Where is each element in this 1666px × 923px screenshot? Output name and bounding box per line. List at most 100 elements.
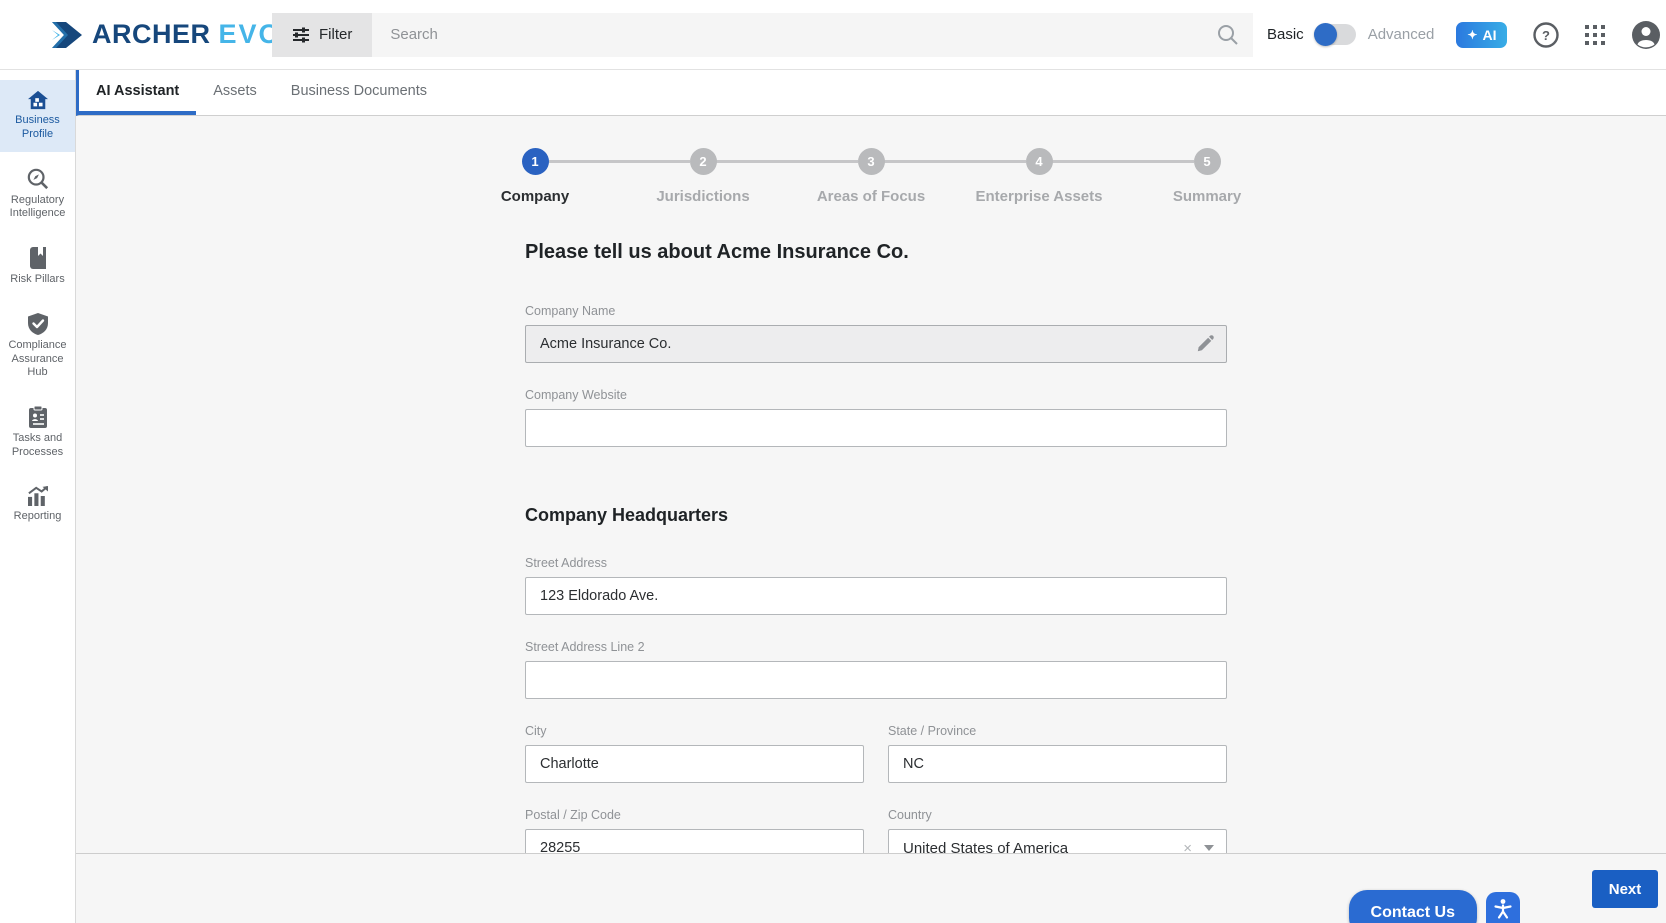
basic-advanced-toggle[interactable] bbox=[1313, 23, 1356, 46]
book-bookmark-icon bbox=[29, 247, 46, 269]
brand-logo: ARCHER EVOLV ™ bbox=[0, 19, 335, 50]
chevron-down-icon[interactable] bbox=[1204, 845, 1214, 851]
user-avatar-icon bbox=[1632, 20, 1661, 49]
street-address-2-input[interactable] bbox=[525, 661, 1227, 699]
edit-pencil-icon[interactable] bbox=[1196, 335, 1214, 353]
step-number-badge: 1 bbox=[521, 148, 549, 175]
app-window: ARCHER EVOLV ™ Filter bbox=[0, 0, 1666, 923]
stepper-step-jurisdictions[interactable]: 2 Jurisdictions bbox=[548, 148, 787, 205]
svg-text:?: ? bbox=[1542, 28, 1550, 43]
next-button[interactable]: Next bbox=[1592, 870, 1658, 908]
toggle-label-basic: Basic bbox=[1267, 26, 1304, 43]
city-input[interactable] bbox=[525, 745, 864, 783]
clear-selection-icon[interactable]: × bbox=[1183, 840, 1192, 854]
sidebar-item-label: Risk Pillars bbox=[10, 273, 65, 285]
top-header: ARCHER EVOLV ™ Filter bbox=[0, 0, 1666, 70]
home-blocks-icon bbox=[27, 90, 48, 110]
step-label: Areas of Focus bbox=[816, 188, 926, 205]
sidebar-item-label: Reporting bbox=[13, 509, 62, 522]
state-input[interactable] bbox=[888, 745, 1227, 783]
company-website-field-group: Company Website bbox=[525, 388, 1227, 447]
company-name-label: Company Name bbox=[525, 304, 616, 318]
step-label: Enterprise Assets bbox=[975, 188, 1103, 205]
search-zone: Filter bbox=[272, 12, 1253, 57]
step-label: Summary bbox=[1172, 188, 1242, 205]
step-number-badge: 4 bbox=[1025, 148, 1053, 175]
help-icon: ? bbox=[1533, 21, 1560, 48]
company-name-field-group: Company Name bbox=[525, 304, 1227, 363]
search-input[interactable] bbox=[372, 26, 1253, 43]
tab-label: Business Documents bbox=[290, 82, 427, 99]
form-title: Please tell us about Acme Insurance Co. bbox=[525, 241, 909, 263]
filter-sliders-icon bbox=[293, 27, 309, 42]
step-label: Jurisdictions bbox=[656, 188, 750, 205]
sparkle-icon: ✦ bbox=[1467, 27, 1478, 42]
company-website-input[interactable] bbox=[525, 409, 1227, 447]
stepper-step-company[interactable]: 1 Company bbox=[451, 148, 619, 205]
sidebar-item-label: Tasks and Processes bbox=[11, 432, 64, 458]
sidebar: Business Profile Regulatory Intelligence… bbox=[0, 70, 76, 923]
sidebar-item-label: Business Profile bbox=[15, 114, 60, 140]
apps-grid-icon bbox=[1585, 24, 1606, 45]
tab-assets[interactable]: Assets bbox=[196, 70, 274, 115]
filter-button-label: Filter bbox=[319, 26, 353, 43]
tab-label: Assets bbox=[213, 82, 257, 99]
step-number-badge: 5 bbox=[1193, 148, 1221, 175]
street-address-2-label: Street Address Line 2 bbox=[525, 640, 645, 654]
header-actions: Basic Advanced ✦ AI ? bbox=[1267, 20, 1661, 50]
toggle-label-advanced: Advanced bbox=[1367, 26, 1435, 43]
user-avatar-button[interactable] bbox=[1631, 20, 1661, 50]
shield-check-icon bbox=[27, 312, 48, 335]
help-button[interactable]: ? bbox=[1533, 21, 1560, 48]
company-form: Please tell us about Acme Insurance Co. … bbox=[525, 241, 1227, 853]
clipboard-person-icon bbox=[28, 406, 47, 428]
tab-bar: AI Assistant Assets Business Documents bbox=[76, 70, 1666, 116]
headquarters-title: Company Headquarters bbox=[525, 505, 729, 525]
street-address-input[interactable] bbox=[525, 577, 1227, 615]
tab-business-documents[interactable]: Business Documents bbox=[274, 70, 444, 115]
main-panel: AI Assistant Assets Business Documents 1… bbox=[76, 70, 1666, 923]
company-name-input[interactable] bbox=[525, 325, 1227, 363]
step-number-badge: 2 bbox=[689, 148, 717, 175]
contact-us-button[interactable]: Contact Us bbox=[1348, 890, 1477, 923]
postal-label: Postal / Zip Code bbox=[525, 808, 621, 822]
accessibility-button[interactable] bbox=[1486, 892, 1520, 923]
street-address-field-group: Street Address bbox=[525, 556, 1227, 615]
toggle-knob[interactable] bbox=[1313, 23, 1337, 46]
state-field-group: State / Province bbox=[888, 724, 1227, 783]
stepper-step-enterprise-assets[interactable]: 4 Enterprise Assets bbox=[884, 148, 1123, 205]
sidebar-item-risk-pillars[interactable]: Risk Pillars bbox=[0, 237, 75, 297]
postal-input[interactable] bbox=[525, 829, 864, 853]
stepper-step-areas-of-focus[interactable]: 3 Areas of Focus bbox=[716, 148, 955, 205]
sidebar-item-regulatory-intelligence[interactable]: Regulatory Intelligence bbox=[0, 158, 75, 232]
search-bar bbox=[372, 12, 1253, 57]
sidebar-item-tasks-and-processes[interactable]: Tasks and Processes bbox=[0, 396, 75, 470]
country-select[interactable]: United States of America × bbox=[888, 829, 1227, 853]
state-label: State / Province bbox=[888, 724, 977, 738]
ai-button[interactable]: ✦ AI bbox=[1456, 21, 1508, 48]
city-label: City bbox=[525, 724, 547, 738]
search-icon[interactable] bbox=[1217, 24, 1239, 46]
country-label: Country bbox=[888, 808, 932, 822]
sidebar-item-label: Compliance Assurance Hub bbox=[8, 338, 67, 379]
country-field-group: Country United States of America × bbox=[888, 808, 1227, 853]
logo-arrow-icon bbox=[52, 21, 82, 48]
sidebar-item-compliance-assurance-hub[interactable]: Compliance Assurance Hub bbox=[0, 303, 75, 390]
sidebar-item-reporting[interactable]: Reporting bbox=[0, 476, 75, 534]
stepper: 1 Company 2 Jurisdictions 3 Areas of Foc… bbox=[76, 148, 1666, 205]
sidebar-item-business-profile[interactable]: Business Profile bbox=[0, 80, 75, 152]
apps-grid-button[interactable] bbox=[1585, 24, 1606, 45]
city-field-group: City bbox=[525, 724, 864, 783]
street-address-2-field-group: Street Address Line 2 bbox=[525, 640, 1227, 699]
stepper-step-summary[interactable]: 5 Summary bbox=[1052, 148, 1291, 205]
company-website-label: Company Website bbox=[525, 388, 627, 402]
magnifier-compass-icon bbox=[27, 168, 48, 189]
wizard-footer: Contact Us Next bbox=[76, 853, 1666, 923]
step-number-badge: 3 bbox=[857, 148, 885, 175]
ai-button-label: AI bbox=[1482, 26, 1497, 43]
tab-ai-assistant[interactable]: AI Assistant bbox=[79, 70, 197, 115]
tab-label: AI Assistant bbox=[96, 82, 180, 99]
filter-button[interactable]: Filter bbox=[272, 12, 373, 57]
street-address-label: Street Address bbox=[525, 556, 607, 570]
accessibility-icon bbox=[1494, 899, 1512, 919]
